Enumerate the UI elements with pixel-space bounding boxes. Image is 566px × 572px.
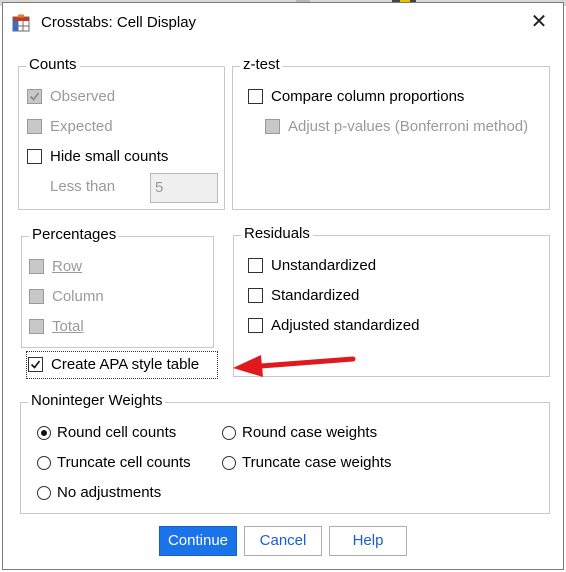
create-apa-style-table-checkbox[interactable]: Create APA style table: [28, 355, 220, 377]
continue-button[interactable]: Continue: [159, 526, 237, 556]
noninteger-weights-group-title: Noninteger Weights: [28, 392, 166, 409]
row-percent-label: Row: [52, 258, 83, 275]
radio-circle: [37, 456, 51, 470]
crosstabs-app-icon: [12, 14, 30, 32]
window-title: Crosstabs: Cell Display: [41, 14, 197, 31]
truncate-cell-counts-radio[interactable]: Truncate cell counts: [37, 453, 212, 475]
observed-label: Observed: [50, 88, 116, 105]
total-percent-checkbox[interactable]: Total: [29, 317, 149, 339]
row-percent-checkbox[interactable]: Row: [29, 257, 149, 279]
round-case-weights-label: Round case weights: [242, 424, 378, 441]
checkbox-box: [29, 319, 44, 334]
total-percent-label: Total: [52, 318, 84, 335]
checkbox-box: [29, 289, 44, 304]
residuals-group-title: Residuals: [241, 225, 313, 242]
no-adjustments-radio[interactable]: No adjustments: [37, 483, 197, 505]
checkbox-box: [28, 357, 43, 372]
checkbox-box: [265, 119, 280, 134]
checkbox-box: [248, 288, 263, 303]
checkbox-box: [27, 89, 42, 104]
checkbox-box: [248, 318, 263, 333]
column-percent-checkbox[interactable]: Column: [29, 287, 149, 309]
radio-circle: [222, 426, 236, 440]
checkbox-box: [27, 119, 42, 134]
no-adjustments-label: No adjustments: [57, 484, 162, 501]
truncate-case-weights-radio[interactable]: Truncate case weights: [222, 453, 422, 475]
standardized-label: Standardized: [271, 287, 360, 304]
hide-small-counts-checkbox[interactable]: Hide small counts: [27, 147, 217, 169]
close-icon[interactable]: ✕: [519, 5, 559, 39]
truncate-cell-counts-label: Truncate cell counts: [57, 454, 191, 471]
cancel-button[interactable]: Cancel: [244, 526, 322, 556]
compare-column-proportions-checkbox[interactable]: Compare column proportions: [248, 87, 508, 109]
adjust-p-values-checkbox[interactable]: Adjust p-values (Bonferroni method): [265, 117, 547, 139]
adjusted-standardized-checkbox[interactable]: Adjusted standardized: [248, 316, 468, 338]
expected-checkbox[interactable]: Expected: [27, 117, 187, 139]
create-apa-style-table-label: Create APA style table: [51, 356, 200, 373]
hide-small-counts-label: Hide small counts: [50, 148, 169, 165]
checkmark-icon: [30, 360, 41, 369]
radio-circle: [37, 486, 51, 500]
counts-group-title: Counts: [26, 56, 80, 73]
unstandardized-label: Unstandardized: [271, 257, 377, 274]
checkmark-icon: [29, 92, 40, 101]
column-percent-label: Column: [52, 288, 104, 305]
compare-column-proportions-label: Compare column proportions: [271, 88, 465, 105]
less-than-input[interactable]: 5: [150, 173, 218, 203]
round-cell-counts-radio[interactable]: Round cell counts: [37, 423, 197, 445]
annotation-arrow-icon: [233, 355, 356, 377]
adjusted-standardized-label: Adjusted standardized: [271, 317, 420, 334]
radio-circle: [222, 456, 236, 470]
z-test-group-title: z-test: [240, 56, 283, 73]
unstandardized-checkbox[interactable]: Unstandardized: [248, 256, 448, 278]
standardized-checkbox[interactable]: Standardized: [248, 286, 448, 308]
round-cell-counts-label: Round cell counts: [57, 424, 177, 441]
observed-checkbox[interactable]: Observed: [27, 87, 187, 109]
less-than-label: Less than: [50, 178, 116, 195]
cell-display-dialog: Crosstabs: Cell Display ✕ Counts Observe…: [2, 2, 564, 570]
checkbox-box: [248, 89, 263, 104]
title-bar: Crosstabs: Cell Display ✕: [3, 3, 563, 41]
truncate-case-weights-label: Truncate case weights: [242, 454, 392, 471]
radio-circle: [37, 426, 51, 440]
expected-label: Expected: [50, 118, 113, 135]
checkbox-box: [248, 258, 263, 273]
adjust-p-values-label: Adjust p-values (Bonferroni method): [288, 118, 529, 135]
round-case-weights-radio[interactable]: Round case weights: [222, 423, 402, 445]
percentages-group-title: Percentages: [29, 226, 120, 243]
checkbox-box: [29, 259, 44, 274]
help-button[interactable]: Help: [329, 526, 407, 556]
checkbox-box: [27, 149, 42, 164]
radio-selected-dot: [41, 430, 47, 436]
